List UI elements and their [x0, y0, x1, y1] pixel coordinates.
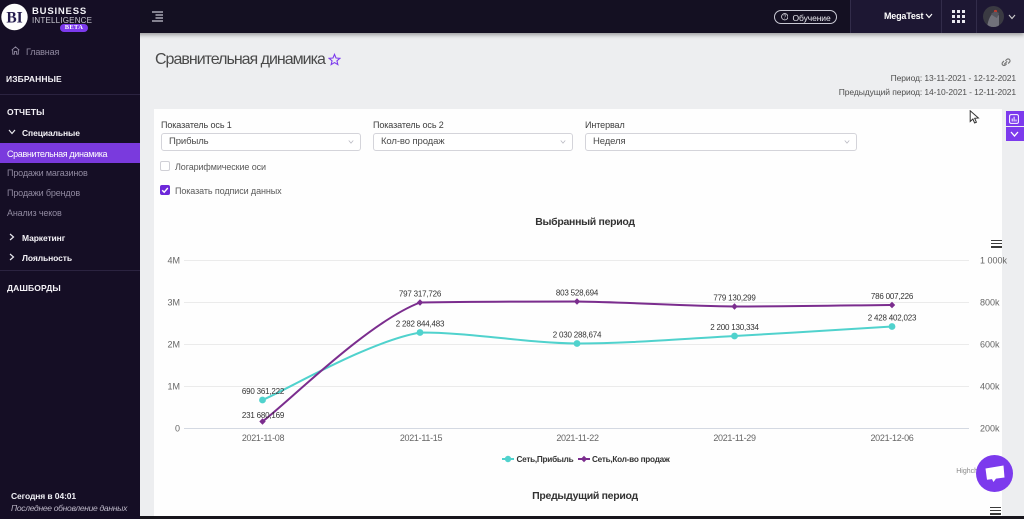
svg-text:797 317,726: 797 317,726: [399, 290, 442, 299]
svg-text:786 007,226: 786 007,226: [871, 292, 914, 301]
svg-text:1 000k: 1 000k: [980, 256, 1008, 266]
svg-text:3M: 3M: [167, 298, 180, 308]
svg-text:1M: 1M: [167, 382, 180, 392]
svg-text:400k: 400k: [980, 382, 1000, 392]
svg-text:Сеть,Прибыль: Сеть,Прибыль: [517, 454, 574, 464]
svg-text:690 361,222: 690 361,222: [242, 387, 285, 396]
svg-text:2 030 288,674: 2 030 288,674: [553, 331, 602, 340]
svg-text:2 428 402,023: 2 428 402,023: [868, 314, 917, 323]
svg-text:2021-12-06: 2021-12-06: [870, 433, 913, 443]
svg-text:Сеть,Кол-во продаж: Сеть,Кол-во продаж: [592, 455, 670, 464]
svg-text:4M: 4M: [167, 256, 180, 266]
svg-text:2021-11-15: 2021-11-15: [400, 433, 443, 443]
svg-text:2M: 2M: [167, 340, 180, 350]
svg-text:2021-11-29: 2021-11-29: [713, 433, 756, 443]
svg-text:200k: 200k: [980, 424, 1000, 434]
svg-text:?: ?: [783, 15, 786, 21]
svg-text:803 528,694: 803 528,694: [556, 289, 599, 298]
svg-text:2 282 844,483: 2 282 844,483: [396, 320, 445, 329]
svg-text:2021-11-08: 2021-11-08: [242, 433, 285, 443]
svg-text:779 130,299: 779 130,299: [713, 294, 756, 303]
svg-text:600k: 600k: [980, 340, 1000, 350]
svg-text:800k: 800k: [980, 298, 1000, 308]
svg-text:0: 0: [175, 424, 180, 434]
svg-text:2 200 130,334: 2 200 130,334: [710, 323, 759, 332]
svg-text:2021-11-22: 2021-11-22: [556, 433, 599, 443]
svg-text:BI: BI: [6, 10, 22, 27]
svg-text:231 680,169: 231 680,169: [242, 411, 285, 420]
